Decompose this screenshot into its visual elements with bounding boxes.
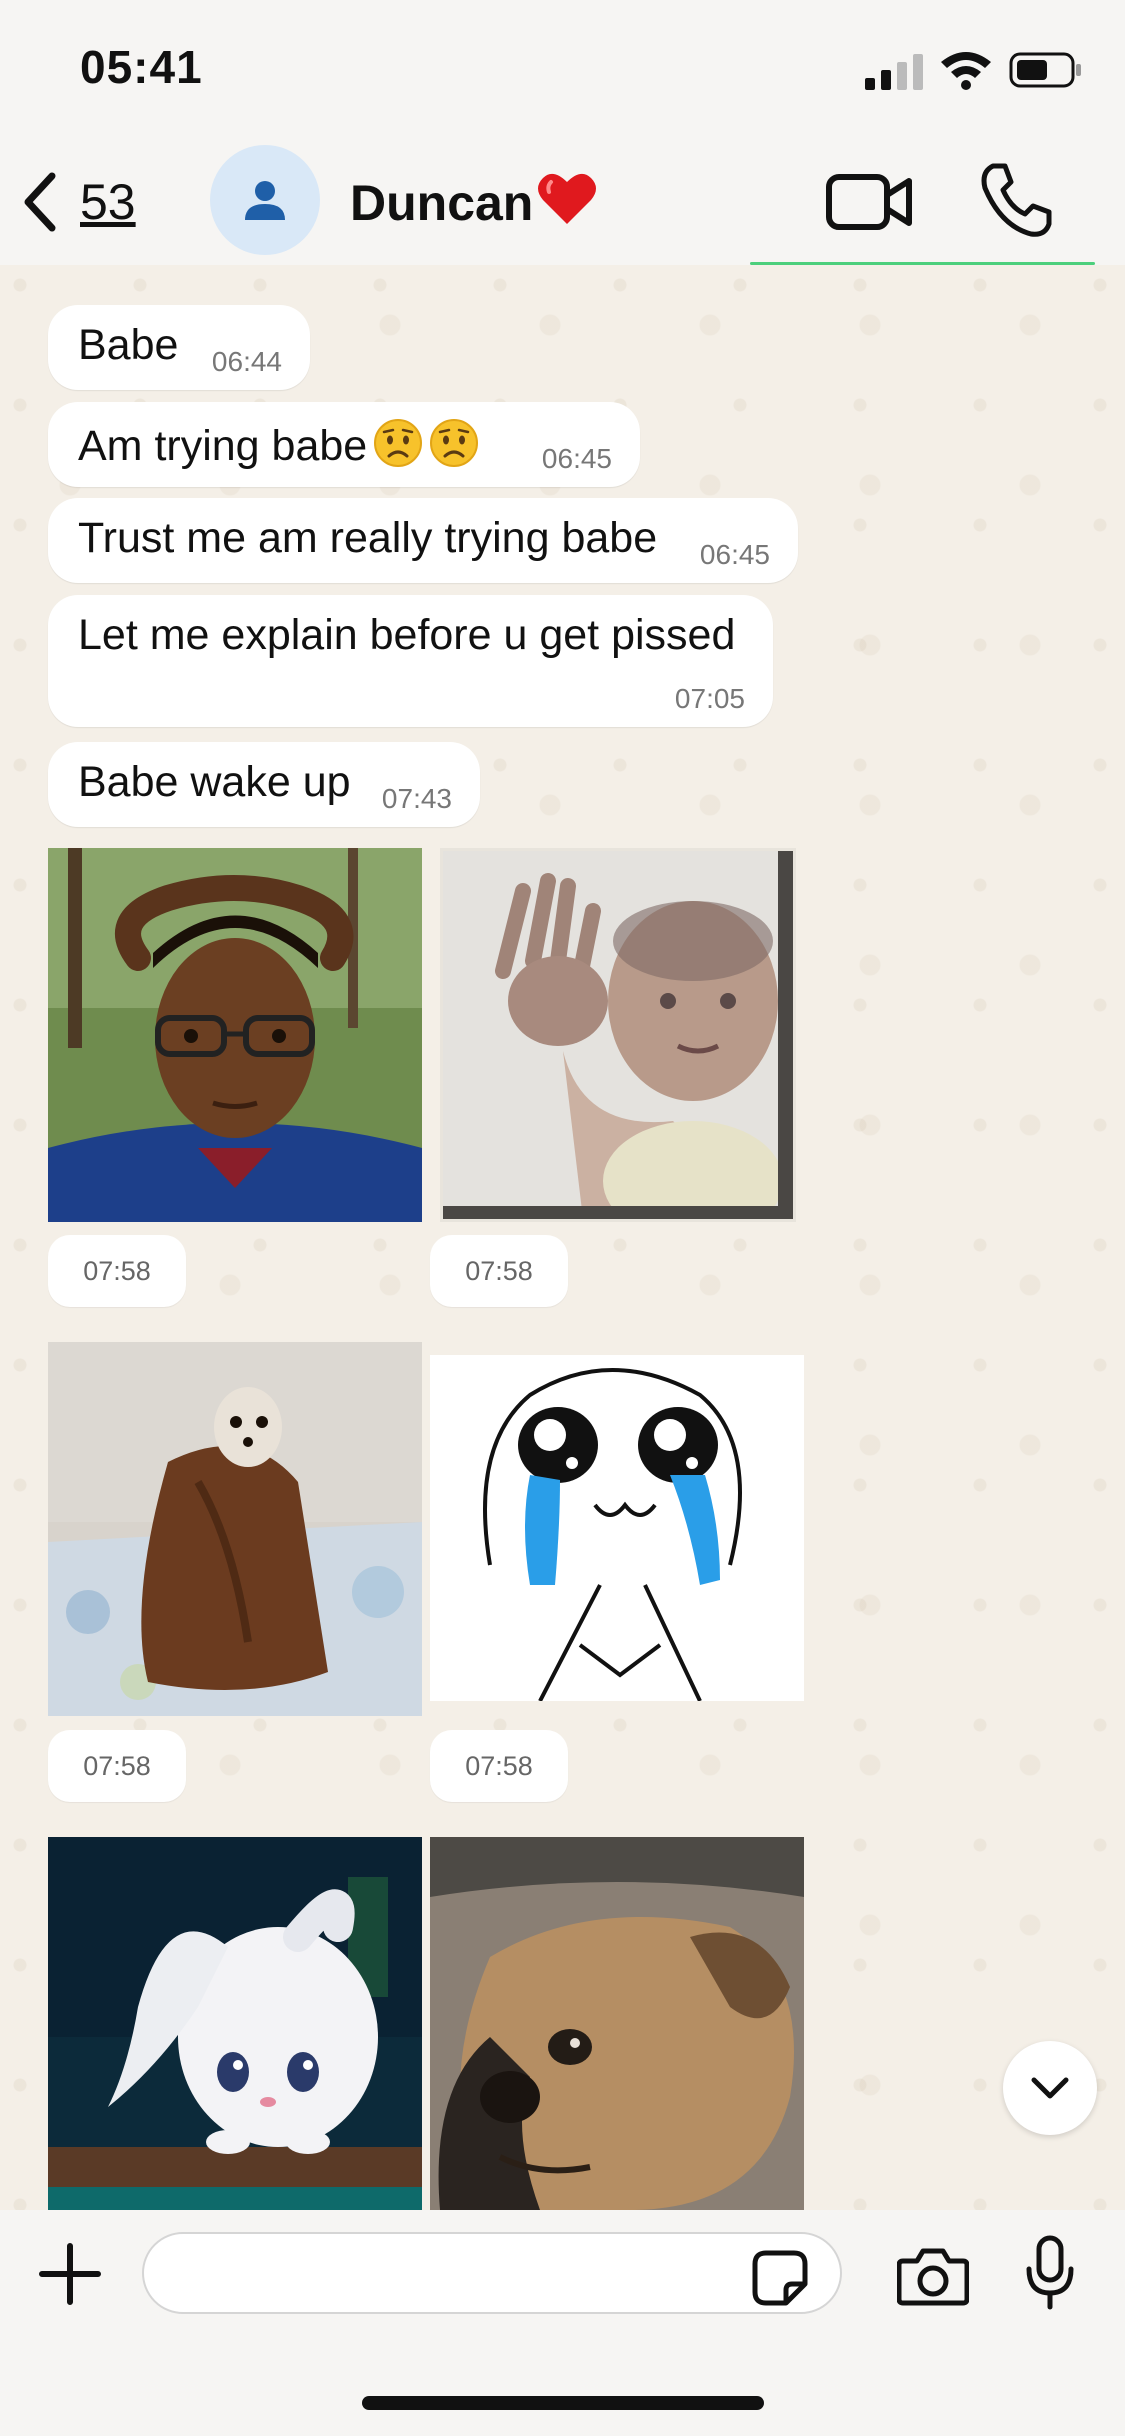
phone-icon bbox=[981, 163, 1052, 237]
message-text-row: Am trying babe bbox=[78, 418, 479, 471]
worried-face-icon bbox=[374, 419, 423, 467]
status-bar: 05:41 bbox=[0, 0, 1125, 140]
message-text: Let me explain before u get pissed bbox=[78, 611, 736, 659]
chat-area[interactable]: Babe 06:44 Am trying babe 06:45 Trust me… bbox=[0, 265, 1125, 2210]
camera-icon bbox=[896, 2248, 970, 2306]
video-camera-icon bbox=[826, 174, 912, 230]
signal-wifi-battery-icons bbox=[865, 52, 1081, 90]
sticker-button[interactable] bbox=[752, 2250, 808, 2306]
message-time: 06:45 bbox=[541, 443, 612, 474]
message-bubble[interactable]: Am trying babe 06:45 bbox=[48, 402, 640, 487]
contact-name: Duncan bbox=[350, 175, 534, 231]
media-time: 07:58 bbox=[48, 1730, 186, 1802]
media-time: 07:58 bbox=[48, 1235, 186, 1307]
chevron-down-icon bbox=[1031, 2077, 1069, 2099]
message-bubble[interactable]: Let me explain before u get pissed 07:05 bbox=[48, 595, 773, 727]
signal-bar-3 bbox=[897, 62, 907, 90]
message-bubble[interactable]: Babe 06:44 bbox=[48, 305, 310, 390]
white-bunny-photo[interactable] bbox=[48, 1837, 422, 2210]
unread-count: 53 bbox=[80, 174, 136, 230]
media-time: 07:58 bbox=[430, 1730, 568, 1802]
dog-wrapped-in-towel-photo[interactable] bbox=[48, 1342, 422, 1716]
media-time: 07:58 bbox=[430, 1235, 568, 1307]
heart-icon bbox=[538, 173, 597, 224]
avatar[interactable] bbox=[210, 145, 320, 255]
message-input[interactable] bbox=[142, 2232, 842, 2314]
sticker-icon bbox=[752, 2250, 808, 2306]
back-button[interactable]: 53 bbox=[20, 162, 180, 242]
scroll-to-bottom-button[interactable] bbox=[1003, 2041, 1097, 2135]
person-icon bbox=[245, 181, 285, 220]
message-input-bar bbox=[0, 2210, 1125, 2436]
message-time: 06:44 bbox=[211, 346, 282, 377]
chat-header: 53 Duncan bbox=[0, 140, 1125, 265]
boy-hands-on-head-photo[interactable] bbox=[48, 848, 422, 1222]
message-bubble[interactable]: Babe wake up 07:43 bbox=[48, 742, 480, 827]
plus-icon bbox=[39, 2243, 101, 2305]
contact-name-area[interactable]: Duncan bbox=[350, 170, 597, 232]
voice-message-button[interactable] bbox=[1025, 2235, 1075, 2310]
signal-bar-1 bbox=[865, 78, 875, 90]
attach-button[interactable] bbox=[38, 2242, 102, 2306]
message-text: Trust me am really trying babe bbox=[78, 514, 658, 562]
worried-face-icon bbox=[430, 419, 479, 467]
home-indicator bbox=[362, 2396, 764, 2410]
camera-button[interactable] bbox=[896, 2245, 970, 2307]
sad-dog-photo[interactable] bbox=[430, 1837, 804, 2210]
message-time: 07:05 bbox=[674, 683, 745, 714]
video-call-button[interactable] bbox=[825, 165, 915, 240]
crying-cartoon-face-drawing[interactable] bbox=[430, 1355, 804, 1701]
status-icons bbox=[825, 48, 1085, 92]
message-text: Babe bbox=[78, 321, 179, 369]
voice-call-button[interactable] bbox=[975, 160, 1055, 240]
message-text: Am trying babe bbox=[78, 422, 368, 470]
message-time: 07:43 bbox=[381, 783, 452, 814]
message-text: Babe wake up bbox=[78, 758, 351, 806]
microphone-icon bbox=[1026, 2235, 1074, 2310]
chevron-left-icon bbox=[24, 172, 56, 232]
message-bubble[interactable]: Trust me am really trying babe 06:45 bbox=[48, 498, 798, 583]
signal-bar-2 bbox=[881, 70, 891, 90]
baby-behind-frosted-glass-photo[interactable] bbox=[440, 848, 796, 1222]
status-time: 05:41 bbox=[80, 41, 203, 93]
message-time: 06:45 bbox=[699, 539, 770, 570]
signal-bar-4 bbox=[913, 54, 923, 90]
